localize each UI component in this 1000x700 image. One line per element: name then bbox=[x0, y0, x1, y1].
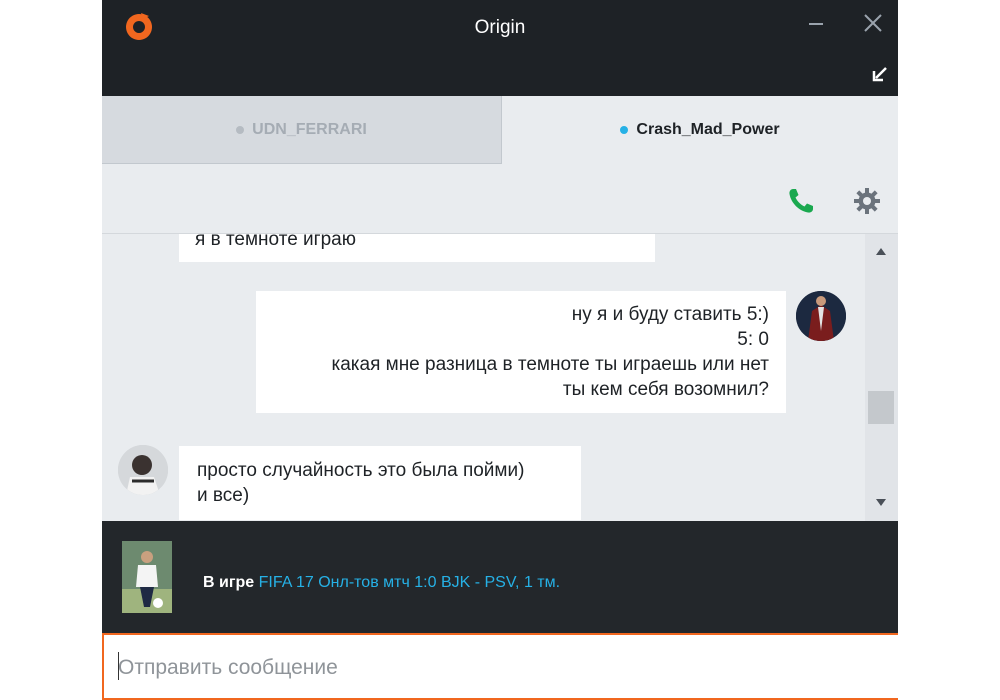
message-bubble-me: ну я и буду ставить 5:) 5: 0 какая мне р… bbox=[256, 291, 786, 413]
message-line: ну я и буду ставить 5:) bbox=[571, 304, 769, 325]
phone-icon[interactable] bbox=[786, 186, 816, 216]
title-bar[interactable]: Origin bbox=[102, 0, 898, 96]
message-bubble-friend: я в темноте играю bbox=[179, 234, 655, 262]
avatar-friend[interactable] bbox=[118, 445, 168, 495]
message-input-container bbox=[102, 633, 898, 700]
game-cover-image bbox=[122, 541, 172, 613]
message-line: и все) bbox=[197, 485, 250, 506]
window-title: Origin bbox=[474, 17, 526, 38]
message-line: я в темноте играю bbox=[195, 234, 356, 250]
chat-toolbar bbox=[102, 164, 898, 234]
game-status-bar: В игре FIFA 17 Онл-тов мтч 1:0 BJK - PSV… bbox=[102, 521, 898, 633]
message-line: просто случайность это была пойми) bbox=[197, 460, 525, 481]
avatar-image bbox=[796, 291, 846, 341]
popin-button[interactable] bbox=[872, 64, 888, 86]
presence-dot bbox=[620, 126, 629, 134]
close-icon bbox=[864, 14, 882, 32]
game-title-link[interactable]: FIFA 17 Онл-тов мтч 1:0 BJK - PSV, 1 тм. bbox=[259, 574, 560, 591]
chat-scrollbar[interactable] bbox=[865, 234, 898, 521]
message-input[interactable] bbox=[116, 647, 880, 689]
popin-arrow-icon bbox=[872, 67, 887, 82]
tab-udn-ferrari[interactable]: UDN_FERRARI bbox=[102, 96, 502, 164]
presence-dot bbox=[236, 125, 245, 134]
message-bubble-friend: просто случайность это была пойми) и все… bbox=[179, 446, 581, 520]
text-caret bbox=[118, 652, 119, 680]
status-label: В игре bbox=[203, 574, 255, 591]
gear-icon[interactable] bbox=[852, 186, 882, 216]
avatar-me[interactable] bbox=[796, 291, 846, 341]
scroll-down-icon[interactable] bbox=[876, 499, 886, 506]
message-line: ты кем себя возомнил? bbox=[562, 379, 769, 400]
conversation-tabs: UDN_FERRARI Crash_Mad_Power bbox=[102, 96, 898, 164]
game-status-text: В игре FIFA 17 Онл-тов мтч 1:0 BJK - PSV… bbox=[203, 574, 560, 592]
scroll-up-icon[interactable] bbox=[876, 248, 886, 255]
scroll-thumb[interactable] bbox=[868, 391, 894, 424]
tab-label: Crash_Mad_Power bbox=[636, 121, 780, 138]
chat-window: Origin UDN_FERRARI Crash_Mad_Power я в т… bbox=[102, 0, 898, 700]
message-list[interactable]: я в темноте играю ну я и буду ставить 5:… bbox=[102, 234, 865, 521]
tab-crash-mad-power[interactable]: Crash_Mad_Power bbox=[502, 96, 898, 164]
avatar-image bbox=[118, 445, 168, 495]
close-button[interactable] bbox=[864, 14, 882, 36]
tab-label: UDN_FERRARI bbox=[252, 120, 367, 138]
minimize-button[interactable] bbox=[807, 12, 827, 32]
message-line: 5: 0 bbox=[737, 329, 769, 350]
message-line: какая мне разница в темноте ты играешь и… bbox=[331, 354, 769, 375]
